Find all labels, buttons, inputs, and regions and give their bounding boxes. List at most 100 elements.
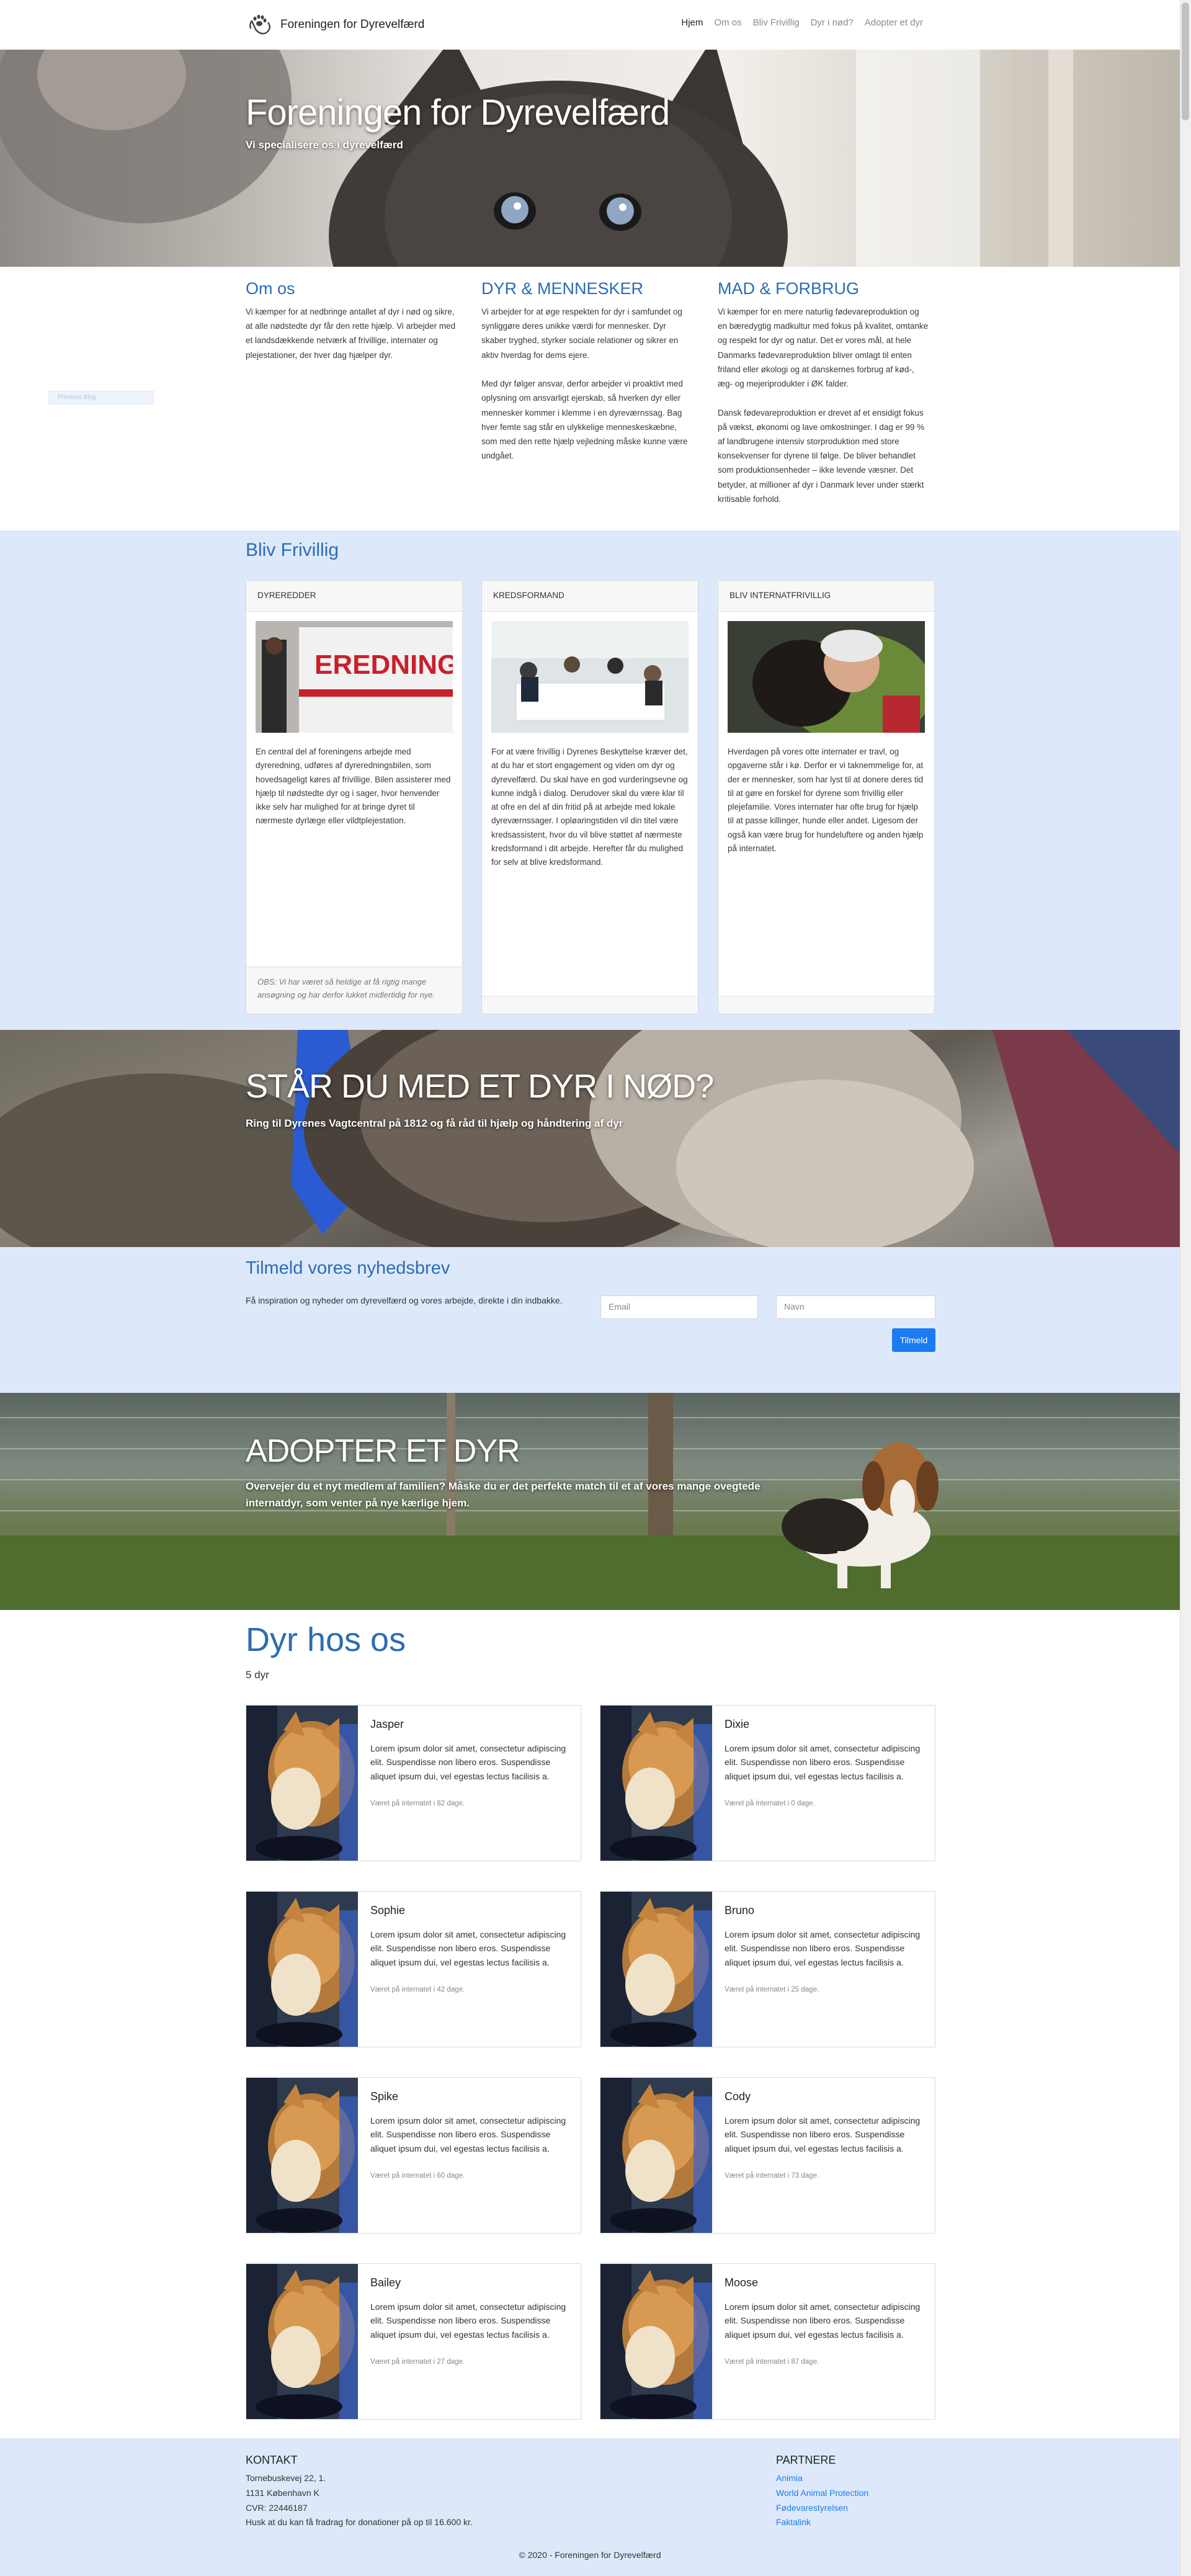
animal-card[interactable]: Jasper Lorem ipsum dolor sit amet, consec… xyxy=(246,1705,581,1861)
meeting-photo xyxy=(491,621,689,733)
subscribe-button[interactable]: Tilmeld xyxy=(892,1328,935,1352)
about-column-om-os: Om os Vi kæmper for at nedbringe antalle… xyxy=(246,279,457,362)
animal-card[interactable]: Moose Lorem ipsum dolor sit amet, consect… xyxy=(600,2263,935,2420)
nav-link-home[interactable]: Hjem xyxy=(681,17,703,28)
email-field[interactable]: Email xyxy=(600,1295,758,1319)
hedgehog-photo xyxy=(0,1030,1180,1247)
card-footer: OBS: Vi har været så heldige at få rigti… xyxy=(246,967,462,1014)
animal-shelter-days: Været på internatet i 42 dage. xyxy=(370,1986,465,1993)
contact-donation-note: Husk at du kan få fradrag for donationer… xyxy=(246,2517,473,2528)
newsletter-section xyxy=(0,1247,1180,1393)
animal-name[interactable]: Cody xyxy=(725,2090,751,2103)
partner-link[interactable]: World Animal Protection xyxy=(776,2486,868,2501)
adopt-title: ADOPTER ET DYR xyxy=(246,1433,520,1469)
scrollbar[interactable] xyxy=(1180,0,1191,2576)
animal-shelter-days: Været på internatet i 82 dage. xyxy=(370,1800,465,1807)
animal-shelter-days: Været på internatet i 73 dage. xyxy=(725,2172,819,2180)
volunteer-title: Bliv Frivillig xyxy=(246,540,339,560)
volunteer-card-internat: BLIV INTERNATFRIVILLIG Hverdagen på vore… xyxy=(718,580,935,1014)
card-header: BLIV INTERNATFRIVILLIG xyxy=(718,581,934,612)
animal-description: Lorem ipsum dolor sit amet, consectetur … xyxy=(725,2302,921,2340)
animal-name[interactable]: Sophie xyxy=(370,1904,405,1917)
animal-photo xyxy=(600,1892,712,2047)
animal-description: Lorem ipsum dolor sit amet, consectetur … xyxy=(725,1743,921,1781)
about-column-mad-forbrug: MAD & FORBRUG Vi kæmper for en mere natu… xyxy=(718,279,929,506)
about-title: Om os xyxy=(246,279,295,298)
volunteer-card-dyreredder: DYREREDDER EREDNING En central del af fo… xyxy=(246,580,463,1014)
mad-forbrug-title: MAD & FORBRUG xyxy=(718,279,860,298)
copyright: © 2020 - Foreningen for Dyrevelfærd xyxy=(519,2550,661,2560)
animal-name[interactable]: Dixie xyxy=(725,1718,749,1731)
partner-link[interactable]: Faktalink xyxy=(776,2515,868,2530)
emergency-banner: STÅR DU MED ET DYR I NØD? Ring til Dyren… xyxy=(0,1030,1180,1247)
card-text: En central del af foreningens arbejde me… xyxy=(256,747,451,826)
partner-link[interactable]: Fødevarestyrelsen xyxy=(776,2501,868,2516)
mad-forbrug-text: Vi kæmper for en mere naturlig fødevarep… xyxy=(718,307,929,504)
emergency-title: STÅR DU MED ET DYR I NØD? xyxy=(246,1068,714,1105)
card-text: Hverdagen på vores otte internater er tr… xyxy=(728,747,924,853)
nav-link-emergency[interactable]: Dyr i nød? xyxy=(811,17,854,28)
animal-photo xyxy=(246,2078,358,2233)
newsletter-text: Få inspiration og nyheder om dyrevelfærd… xyxy=(246,1295,563,1305)
dyr-mennesker-text: Vi arbejder for at øge respekten for dyr… xyxy=(481,307,688,461)
animal-photo xyxy=(246,1892,358,2047)
animal-description: Lorem ipsum dolor sit amet, consectetur … xyxy=(370,2116,566,2153)
animal-shelter-days: Været på internatet i 87 dage. xyxy=(725,2358,819,2366)
emergency-subtitle: Ring til Dyrenes Vagtcentral på 1812 og … xyxy=(246,1117,623,1129)
navbar: Foreningen for Dyrevelfærd Hjem Om os Bl… xyxy=(0,0,1180,50)
animal-photo xyxy=(600,2264,712,2419)
dyr-mennesker-title: DYR & MENNESKER xyxy=(481,279,644,298)
animal-description: Lorem ipsum dolor sit amet, consectetur … xyxy=(725,2116,921,2153)
partners-list: Animia World Animal Protection Fødevares… xyxy=(776,2471,868,2530)
nav-link-volunteer[interactable]: Bliv Frivillig xyxy=(753,17,800,28)
animal-shelter-days: Været på internatet i 25 dage. xyxy=(725,1986,819,1993)
nav-link-adopt[interactable]: Adopter et dyr xyxy=(865,17,923,28)
animal-name[interactable]: Bailey xyxy=(370,2276,401,2289)
nav-links: Hjem Om os Bliv Frivillig Dyr i nød? Ado… xyxy=(681,17,923,28)
card-header: DYREREDDER xyxy=(246,581,462,612)
animal-name[interactable]: Bruno xyxy=(725,1904,754,1917)
animal-card[interactable]: Bailey Lorem ipsum dolor sit amet, consec… xyxy=(246,2263,581,2420)
nav-link-about[interactable]: Om os xyxy=(714,17,741,28)
animal-description: Lorem ipsum dolor sit amet, consectetur … xyxy=(370,1743,566,1781)
hero-title: Foreningen for Dyrevelfærd xyxy=(246,92,670,133)
animal-name[interactable]: Moose xyxy=(725,2276,758,2289)
animal-name[interactable]: Jasper xyxy=(370,1718,404,1731)
animal-card[interactable]: Bruno Lorem ipsum dolor sit amet, consect… xyxy=(600,1891,935,2047)
animal-shelter-days: Været på internatet i 60 dage. xyxy=(370,2172,465,2180)
animal-description: Lorem ipsum dolor sit amet, consectetur … xyxy=(370,2302,566,2340)
animal-card[interactable]: Sophie Lorem ipsum dolor sit amet, consec… xyxy=(246,1891,581,2047)
name-field[interactable]: Navn xyxy=(776,1295,935,1319)
about-text: Vi kæmper for at nedbringe antallet af d… xyxy=(246,307,456,360)
animal-photo xyxy=(246,2264,358,2419)
adopt-banner: ADOPTER ET DYR Overvejer du et nyt medle… xyxy=(0,1393,1180,1610)
animal-shelter-days: Været på internatet i 0 dage. xyxy=(725,1800,815,1807)
animals-count: 5 dyr xyxy=(246,1669,269,1681)
contact-info: Tornebuskevej 22, 1. 1131 København K CV… xyxy=(246,2471,473,2530)
volunteer-card-kredsformand: KREDSFORMAND For at være frivillig i Dyr… xyxy=(481,580,698,1014)
partner-link[interactable]: Animia xyxy=(776,2471,868,2486)
newsletter-title: Tilmeld vores nyhedsbrev xyxy=(246,1258,450,1278)
animal-card[interactable]: Cody Lorem ipsum dolor sit amet, consecte… xyxy=(600,2077,935,2234)
paw-hand-logo-icon xyxy=(249,14,270,35)
svg-text:EREDNING: EREDNING xyxy=(314,650,453,680)
animal-photo xyxy=(600,1706,712,1861)
animal-card[interactable]: Dixie Lorem ipsum dolor sit amet, consect… xyxy=(600,1705,935,1861)
animal-card[interactable]: Spike Lorem ipsum dolor sit amet, consect… xyxy=(246,2077,581,2234)
about-column-dyr-mennesker: DYR & MENNESKER Vi arbejder for at øge r… xyxy=(481,279,692,463)
rescue-van-photo: EREDNING xyxy=(256,621,453,733)
animal-photo xyxy=(600,2078,712,2233)
animal-photo xyxy=(246,1706,358,1861)
contact-title: KONTAKT xyxy=(246,2454,298,2466)
previous-blog-tab[interactable]: Previous Blog xyxy=(48,391,154,405)
dog-cuddle-photo xyxy=(728,621,925,733)
animals-title: Dyr hos os xyxy=(246,1621,406,1658)
brand[interactable]: Foreningen for Dyrevelfærd xyxy=(246,11,424,38)
kittens-photo xyxy=(0,50,1073,267)
animal-description: Lorem ipsum dolor sit amet, consectetur … xyxy=(725,1930,921,1967)
scrollbar-thumb[interactable] xyxy=(1182,2,1189,120)
card-footer xyxy=(718,996,934,1014)
animal-name[interactable]: Spike xyxy=(370,2090,398,2103)
hero-banner: Foreningen for Dyrevelfærd Vi specialise… xyxy=(0,50,1180,267)
contact-address: Tornebuskevej 22, 1. xyxy=(246,2473,326,2483)
